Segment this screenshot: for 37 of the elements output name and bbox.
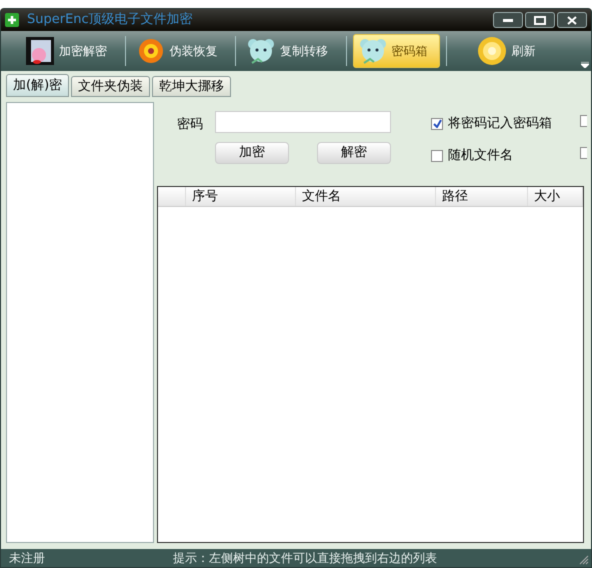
resize-grip-icon: [579, 555, 589, 565]
tab[interactable]: 乾坤大挪移: [152, 76, 232, 97]
close-icon: [567, 16, 577, 24]
option-label: 随机文件名: [448, 147, 513, 165]
status-hint: 提示：左侧树中的文件可以直接拖拽到右边的列表: [173, 550, 437, 567]
column-header[interactable]: 大小: [528, 187, 583, 206]
column-header[interactable]: 序号: [186, 187, 296, 206]
password-label: 密码: [177, 116, 203, 134]
decrypt-button[interactable]: 解密: [317, 142, 391, 164]
overflow-arrow-icon[interactable]: [581, 62, 589, 68]
maximize-button[interactable]: [525, 12, 555, 28]
folder-icon: [25, 36, 55, 66]
check-icon: [432, 119, 442, 128]
encrypt-button[interactable]: 加密: [215, 142, 289, 164]
window-title: SuperEnc顶级电子文件加密: [27, 11, 193, 30]
toolbar-button[interactable]: 刷新: [473, 34, 571, 68]
app-plus-icon: [5, 13, 19, 27]
password-field[interactable]: [215, 111, 391, 133]
toolbar-button[interactable]: 密码箱: [352, 34, 440, 68]
bear-icon: [358, 36, 388, 66]
option-label: 将密码记入密码箱: [448, 115, 552, 133]
toolbar-button[interactable]: 复制转移: [242, 34, 340, 68]
maximize-icon: [534, 16, 546, 24]
minimize-icon: [503, 18, 513, 22]
tab[interactable]: 文件夹伪装: [71, 76, 150, 97]
checkbox[interactable]: [431, 118, 443, 130]
toolbar-button[interactable]: 伪装恢复: [132, 34, 230, 68]
registration-status: 未注册: [9, 550, 46, 567]
close-button[interactable]: [557, 12, 587, 28]
bear-icon: [246, 36, 276, 66]
column-header[interactable]: 文件名: [296, 187, 436, 206]
toolbar-button[interactable]: 加密解密: [21, 34, 119, 68]
sun-icon: [477, 36, 508, 66]
minimize-button[interactable]: [493, 12, 523, 28]
column-header[interactable]: 路径: [436, 187, 528, 206]
checkbox[interactable]: [431, 150, 443, 162]
tab[interactable]: 加(解)密: [6, 74, 70, 97]
